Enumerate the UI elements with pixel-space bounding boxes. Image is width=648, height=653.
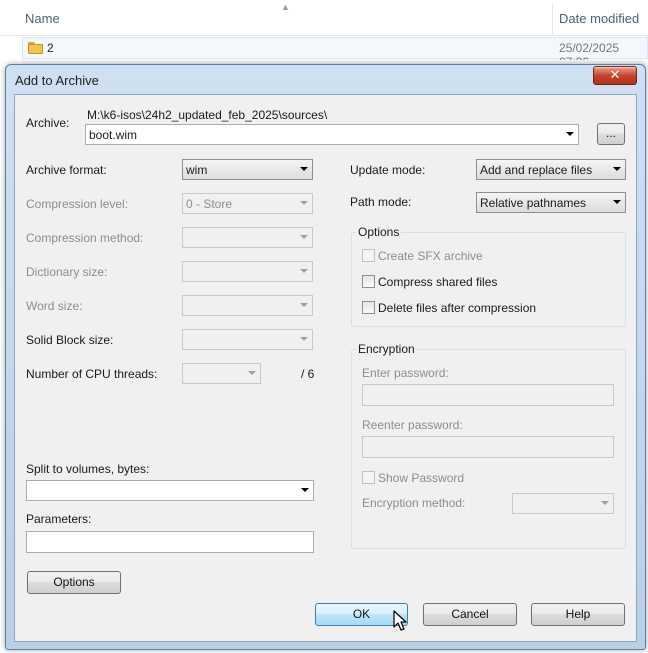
chevron-down-icon (300, 303, 308, 307)
chevron-down-icon (613, 200, 621, 204)
compress-shared-checkbox[interactable] (362, 275, 375, 288)
delete-after-checkbox[interactable] (362, 301, 375, 314)
chevron-down-icon (300, 269, 308, 273)
parameters-input[interactable] (26, 531, 314, 553)
reenter-password-label: Reenter password: (362, 418, 463, 432)
word-size-label: Word size: (26, 299, 83, 313)
options-button[interactable]: Options (27, 571, 121, 594)
solid-block-size-label: Solid Block size: (26, 333, 114, 347)
file-name: 2 (47, 41, 54, 55)
chevron-down-icon (300, 167, 308, 171)
archive-path: M:\k6-isos\24h2_updated_feb_2025\sources… (87, 108, 328, 122)
cancel-button[interactable]: Cancel (423, 603, 517, 626)
chevron-down-icon (248, 371, 256, 375)
dictionary-size-label: Dictionary size: (26, 265, 108, 279)
enter-password-label: Enter password: (362, 366, 449, 380)
compress-shared-label: Compress shared files (378, 275, 498, 289)
column-divider (552, 4, 553, 34)
column-date-modified[interactable]: Date modified (559, 11, 639, 26)
compression-level-select[interactable]: 0 - Store (182, 193, 313, 214)
archive-format-select[interactable]: wim (182, 159, 313, 180)
reenter-password-input[interactable] (362, 436, 614, 458)
archive-format-label: Archive format: (26, 163, 107, 177)
word-size-select[interactable] (182, 295, 313, 316)
path-mode-label: Path mode: (350, 195, 412, 209)
chevron-down-icon[interactable] (566, 132, 574, 136)
chevron-down-icon (601, 501, 609, 505)
compression-method-label: Compression method: (26, 231, 144, 245)
chevron-down-icon (300, 201, 308, 205)
compression-level-label: Compression level: (26, 197, 129, 211)
solid-block-size-select[interactable] (182, 329, 313, 350)
update-mode-select[interactable]: Add and replace files (476, 159, 626, 180)
archive-label: Archive: (26, 116, 70, 130)
file-row[interactable]: 2 25/02/2025 07:26 (22, 37, 648, 69)
archive-name-value: boot.wim (89, 128, 138, 142)
column-name[interactable]: Name (25, 11, 60, 26)
dictionary-size-select[interactable] (182, 261, 313, 282)
chevron-down-icon (300, 235, 308, 239)
compression-method-select[interactable] (182, 227, 313, 248)
mouse-pointer-icon (393, 610, 407, 631)
path-mode-select[interactable]: Relative pathnames (476, 192, 626, 213)
help-button[interactable]: Help (531, 603, 625, 626)
parameters-label: Parameters: (26, 512, 92, 526)
cpu-threads-label: Number of CPU threads: (26, 367, 158, 381)
encryption-method-label: Encryption method: (362, 496, 466, 510)
update-mode-label: Update mode: (350, 163, 426, 177)
close-button[interactable]: ✕ (593, 66, 637, 85)
title-bar[interactable]: Add to Archive ✕ (6, 65, 645, 92)
close-icon: ✕ (609, 67, 621, 82)
options-group-title: Options (356, 225, 402, 239)
enter-password-input[interactable] (362, 384, 614, 406)
sort-up-icon: ▲ (281, 2, 290, 12)
chevron-down-icon (300, 337, 308, 341)
split-volumes-combo[interactable] (26, 480, 314, 501)
show-password-label: Show Password (378, 471, 465, 485)
encryption-method-select[interactable] (512, 493, 614, 514)
browse-button[interactable]: ... (597, 123, 625, 145)
encryption-group-title: Encryption (356, 342, 417, 356)
show-password-checkbox[interactable] (362, 471, 375, 484)
split-volumes-label: Split to volumes, bytes: (26, 462, 150, 476)
cpu-threads-total: / 6 (301, 367, 315, 381)
archive-name-combo[interactable]: boot.wim (85, 124, 579, 145)
chevron-down-icon (301, 488, 309, 492)
chevron-down-icon (613, 167, 621, 171)
dialog-title: Add to Archive (15, 73, 99, 88)
create-sfx-label: Create SFX archive (378, 249, 483, 263)
cpu-threads-select[interactable] (182, 363, 261, 384)
delete-after-label: Delete files after compression (378, 301, 537, 315)
folder-icon (28, 42, 43, 54)
column-header: ▲ Name Date modified (0, 0, 648, 36)
create-sfx-checkbox[interactable] (362, 249, 375, 262)
